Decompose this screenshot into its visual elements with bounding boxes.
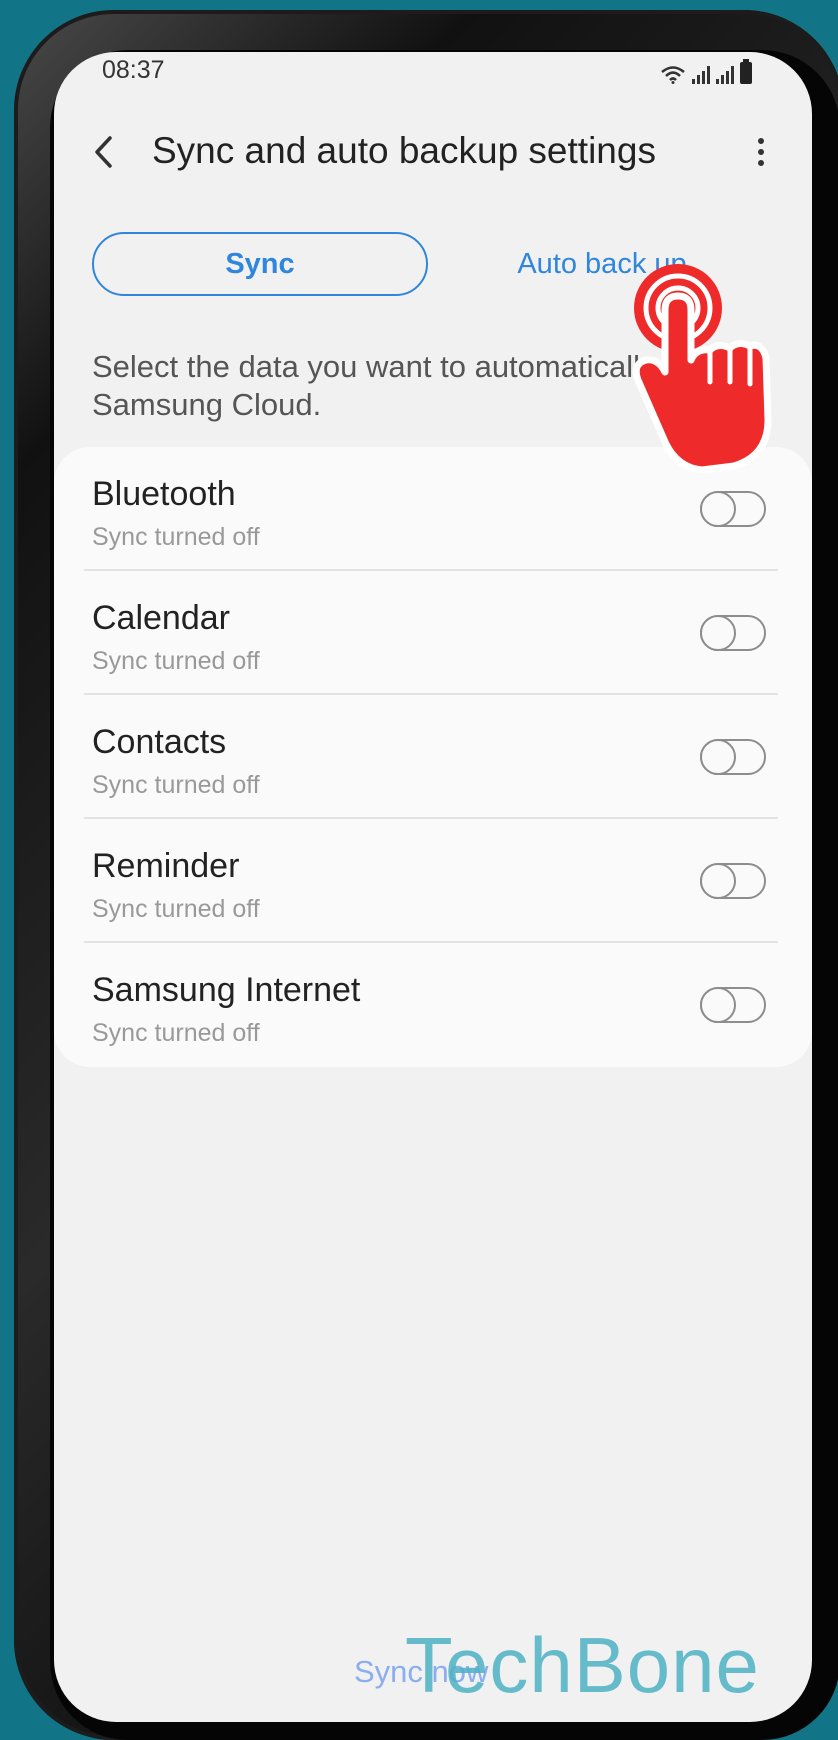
battery-icon xyxy=(740,59,752,84)
reminder-toggle[interactable] xyxy=(700,863,766,899)
signal-icon xyxy=(692,66,710,84)
item-title: Contacts xyxy=(92,723,227,761)
more-vertical-icon[interactable] xyxy=(746,130,776,174)
wifi-icon xyxy=(660,64,686,84)
watermark-logo: TechBone xyxy=(405,1621,760,1709)
contacts-toggle[interactable] xyxy=(700,739,766,775)
tap-hand-icon xyxy=(632,264,772,474)
item-title: Calendar xyxy=(92,599,230,637)
sync-list: Bluetooth Sync turned off Calendar Sync … xyxy=(54,447,812,1067)
list-item-reminder[interactable]: Reminder Sync turned off xyxy=(78,819,782,943)
toggle-knob xyxy=(700,615,736,651)
toolbar: Sync and auto backup settings xyxy=(54,112,812,192)
toggle-knob xyxy=(700,863,736,899)
bluetooth-toggle[interactable] xyxy=(700,491,766,527)
item-subtitle: Sync turned off xyxy=(92,771,260,799)
list-item-calendar[interactable]: Calendar Sync turned off xyxy=(78,571,782,695)
item-subtitle: Sync turned off xyxy=(92,523,260,551)
samsung-internet-toggle[interactable] xyxy=(700,987,766,1023)
item-subtitle: Sync turned off xyxy=(92,647,260,675)
list-item-samsung-internet[interactable]: Samsung Internet Sync turned off xyxy=(78,943,782,1067)
calendar-toggle[interactable] xyxy=(700,615,766,651)
toggle-knob xyxy=(700,491,736,527)
status-time: 08:37 xyxy=(102,56,165,84)
toggle-knob xyxy=(700,739,736,775)
item-title: Reminder xyxy=(92,847,240,885)
item-title: Bluetooth xyxy=(92,475,236,513)
item-title: Samsung Internet xyxy=(92,971,361,1009)
item-subtitle: Sync turned off xyxy=(92,1019,260,1047)
chevron-left-icon[interactable] xyxy=(84,130,124,174)
signal-icon xyxy=(716,66,734,84)
status-icons xyxy=(660,59,752,84)
tab-sync[interactable]: Sync xyxy=(92,232,428,296)
page-title: Sync and auto backup settings xyxy=(152,130,656,171)
item-subtitle: Sync turned off xyxy=(92,895,260,923)
status-bar: 08:37 xyxy=(54,52,812,92)
toggle-knob xyxy=(700,987,736,1023)
list-item-contacts[interactable]: Contacts Sync turned off xyxy=(78,695,782,819)
